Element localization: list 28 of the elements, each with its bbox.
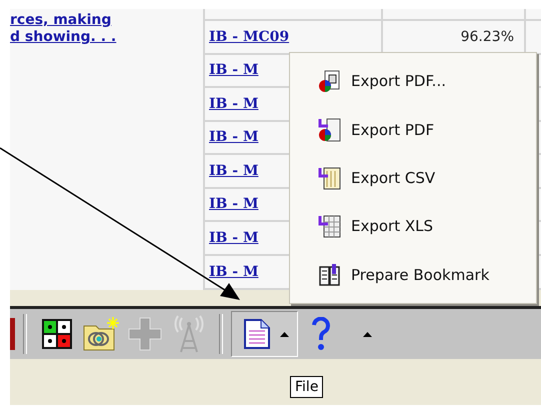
document-arrow-chart-icon — [317, 116, 343, 143]
menu-item[interactable]: Export XLS — [290, 203, 536, 250]
caret-icon — [280, 332, 289, 336]
folder-sparkle-icon — [82, 316, 120, 352]
menu-item[interactable]: Export PDF... — [290, 58, 536, 104]
book-icon — [317, 262, 343, 288]
file-menu-button[interactable] — [231, 311, 298, 357]
colored-squares-icon — [41, 318, 73, 350]
caret-icon — [363, 332, 372, 336]
spreadsheet-arrow-icon — [317, 164, 343, 191]
code-link[interactable]: IB - M — [209, 62, 258, 78]
code-link[interactable]: IB - MC09 — [209, 28, 290, 45]
menu-item[interactable]: Export CSV — [290, 154, 536, 201]
code-link[interactable]: IB - M — [209, 96, 258, 112]
document-icon — [244, 319, 270, 349]
code-link[interactable]: IB - M — [209, 129, 258, 146]
code-link[interactable]: IB - M — [209, 162, 258, 179]
code-link[interactable]: IB - M — [209, 264, 258, 280]
plus-icon — [128, 317, 162, 351]
code-link[interactable]: IB - M — [209, 196, 258, 212]
code-link[interactable]: IB - M — [209, 230, 258, 246]
description-link[interactable]: rces, making d showing. . . — [10, 12, 203, 46]
help-icon — [311, 317, 331, 351]
menu-item[interactable]: Export PDF — [290, 106, 536, 153]
menu-item[interactable]: Prepare Bookmark — [290, 252, 536, 298]
percentage-text: 96.23% — [460, 28, 514, 45]
grid-arrow-icon — [317, 213, 343, 240]
tooltip: File — [290, 376, 324, 398]
